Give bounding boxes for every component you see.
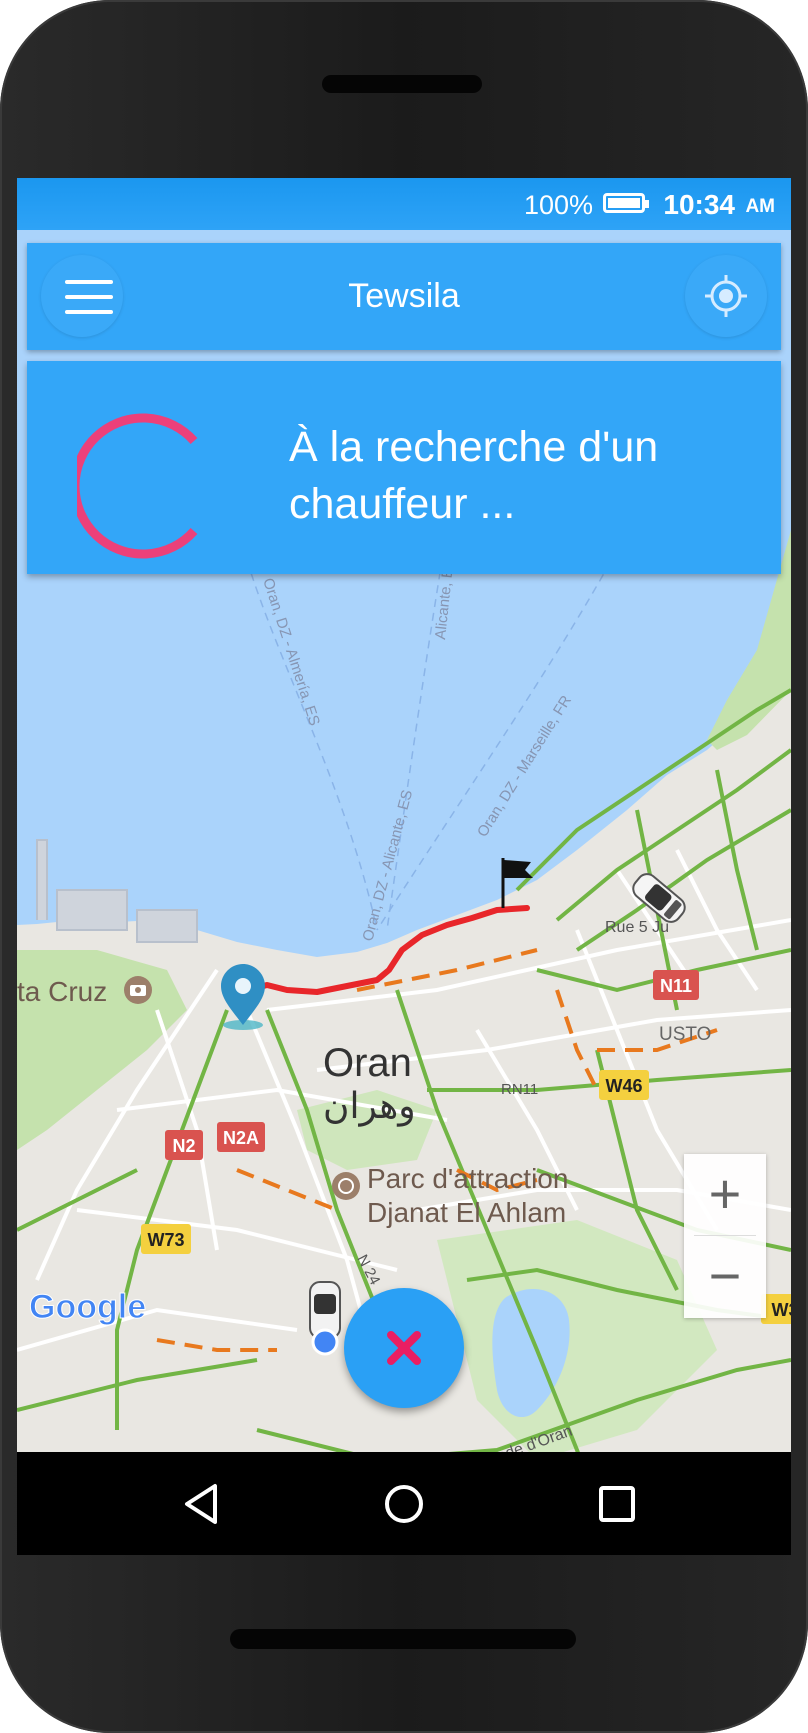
app-bar: Tewsila: [27, 243, 781, 350]
searching-driver-text: À la recherche d'un chauffeur ...: [289, 423, 659, 528]
back-triangle-icon[interactable]: [173, 1474, 233, 1534]
shield-w73: W73: [147, 1230, 184, 1250]
clock-ampm: AM: [745, 196, 775, 217]
clock-time: 10:34: [663, 189, 735, 220]
label-city-oran: Oran: [323, 1041, 412, 1085]
system-nav-bar: [17, 1452, 791, 1555]
shield-n2a: N2A: [223, 1128, 259, 1148]
close-x-icon: [387, 1331, 421, 1365]
recents-square-icon[interactable]: [587, 1474, 647, 1534]
phone-frame: Oran, DZ - Almería, ES Alicante, ES Oran…: [0, 0, 808, 1733]
google-logo: Google: [29, 1288, 146, 1326]
zoom-out-button[interactable]: −: [684, 1236, 766, 1318]
bottom-speaker: [230, 1629, 576, 1649]
zoom-in-button[interactable]: +: [684, 1154, 766, 1236]
app-title: Tewsila: [348, 277, 460, 315]
label-city-arabic: وهران: [323, 1086, 416, 1127]
label-park-line2: Djanat El Ahlam: [367, 1197, 566, 1228]
label-rn11: RN11: [501, 1081, 538, 1098]
label-santa-cruz: ta Cruz: [17, 976, 107, 1007]
battery-percentage: 100%: [523, 190, 593, 220]
battery-icon: [603, 193, 649, 213]
earpiece-speaker: [322, 75, 482, 93]
home-circle-icon[interactable]: [374, 1474, 434, 1534]
user-location-dot: [311, 1328, 339, 1356]
label-usto: USTO: [659, 1024, 711, 1045]
camera-poi-icon: [124, 976, 152, 1004]
searching-driver-card: À la recherche d'un chauffeur ...: [27, 361, 781, 574]
my-location-button[interactable]: [685, 255, 767, 337]
label-park-line1: Parc d'attraction: [367, 1163, 568, 1194]
cancel-ride-button[interactable]: [344, 1288, 464, 1408]
zoom-controls: + −: [684, 1154, 766, 1318]
status-bar: 100% 10:34 AM: [17, 178, 791, 230]
shield-w46: W46: [605, 1076, 642, 1096]
gps-crosshair-icon: [705, 275, 747, 317]
shield-w3: W3: [772, 1300, 792, 1320]
loading-spinner-icon: [77, 413, 198, 559]
shield-n11: N11: [660, 976, 692, 996]
label-rue: Rue 5 Ju: [605, 919, 669, 936]
shield-n2: N2: [172, 1136, 195, 1156]
phone-screen: Oran, DZ - Almería, ES Alicante, ES Oran…: [17, 178, 791, 1555]
park-poi-icon: [332, 1172, 360, 1200]
